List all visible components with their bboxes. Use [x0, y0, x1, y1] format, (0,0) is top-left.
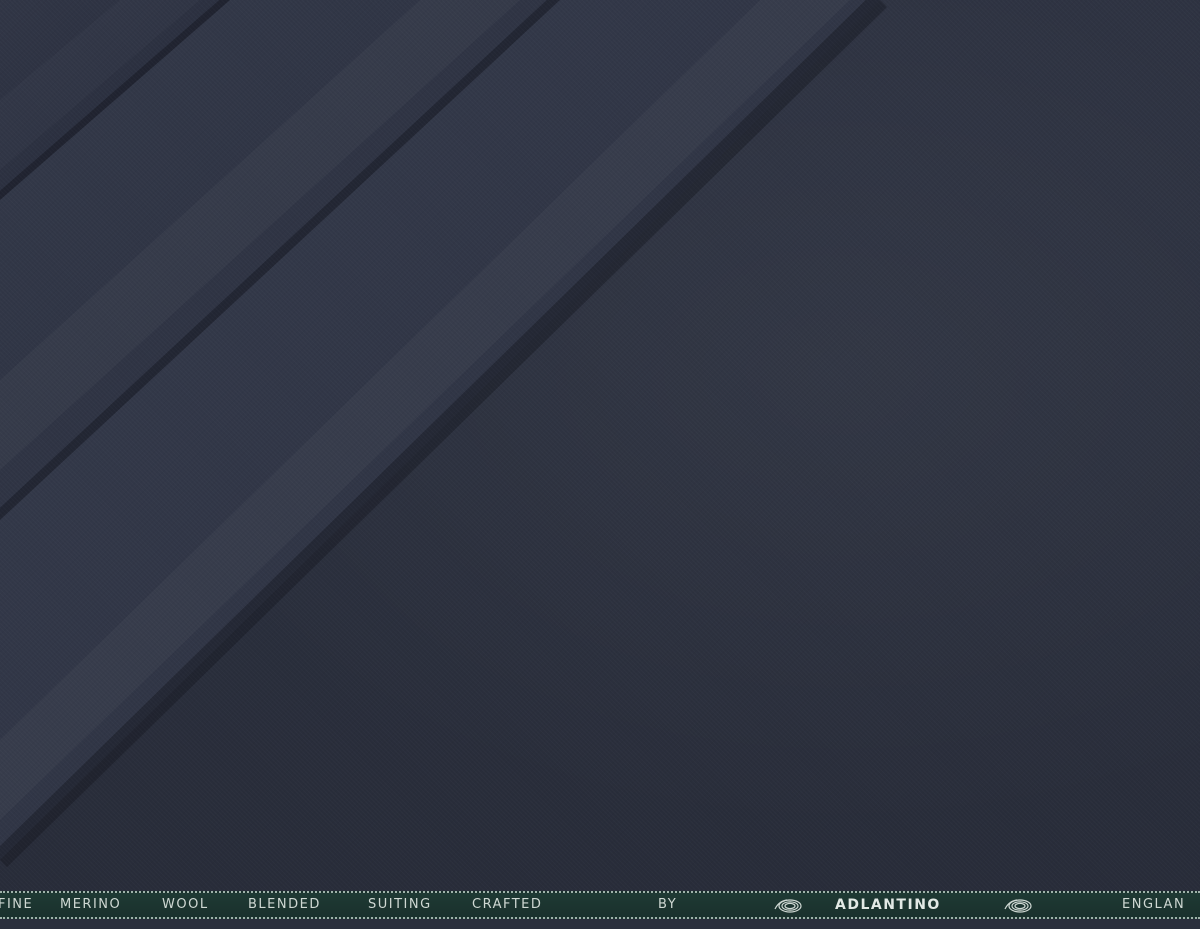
selvedge-word-2: MERINO [60, 897, 122, 912]
selvedge-word-7: BY [658, 897, 678, 912]
selvedge-word-5: SUITING [368, 897, 432, 912]
fabric-bottom-edge [0, 919, 1200, 929]
selvedge-word-3: WOOL [162, 897, 209, 912]
selvedge-brand: ADLANTINO [835, 897, 941, 913]
selvedge-origin: ENGLAN [1122, 897, 1186, 912]
selvedge-word-4: BLENDED [248, 897, 321, 912]
fabric-folds [0, 0, 887, 868]
fabric-swatch: FINE MERINO WOOL BLENDED SUITING CRAFTED… [0, 0, 1200, 929]
fingerprint-swirl-icon [774, 899, 802, 913]
selvedge-band: FINE MERINO WOOL BLENDED SUITING CRAFTED… [0, 891, 1200, 919]
selvedge-word-6: CRAFTED [472, 897, 543, 912]
fingerprint-swirl-icon [1004, 899, 1032, 913]
selvedge-word-1: FINE [0, 897, 34, 912]
